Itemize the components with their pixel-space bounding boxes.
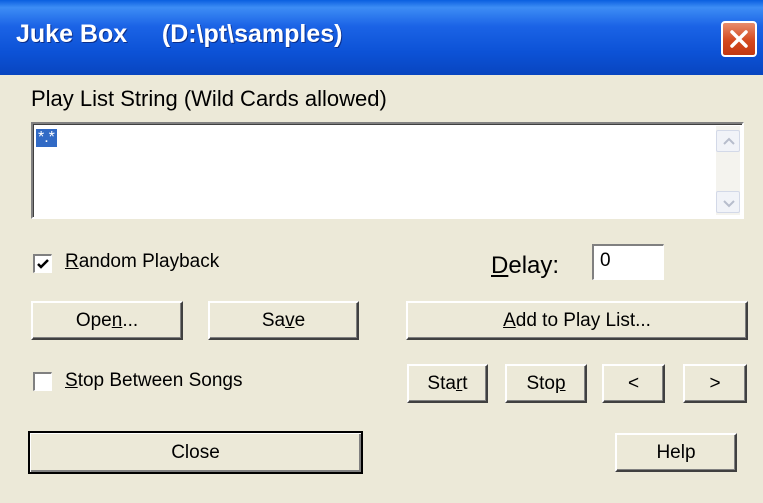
previous-button[interactable]: < bbox=[602, 364, 665, 403]
add-to-play-list-button[interactable]: Add to Play List... bbox=[406, 301, 748, 340]
random-playback-label: Random Playback bbox=[65, 251, 220, 272]
checkmark-icon bbox=[37, 259, 49, 269]
start-button[interactable]: Start bbox=[407, 364, 488, 403]
open-button[interactable]: Open... bbox=[31, 301, 183, 340]
play-list-scrollbar[interactable] bbox=[716, 126, 740, 215]
close-button-label: Close bbox=[171, 441, 220, 463]
save-button-label: Save bbox=[261, 309, 306, 331]
stop-button-label: Stop bbox=[526, 372, 566, 394]
play-list-value: *.* bbox=[36, 129, 57, 147]
chevron-down-icon bbox=[723, 200, 735, 208]
save-button[interactable]: Save bbox=[208, 301, 359, 340]
scroll-up-button[interactable] bbox=[716, 130, 740, 152]
close-button[interactable]: Close bbox=[28, 431, 363, 474]
stop-between-songs-checkbox[interactable] bbox=[33, 372, 52, 391]
play-list-input[interactable]: *.* bbox=[31, 122, 744, 219]
open-button-label: Open... bbox=[75, 309, 139, 331]
close-icon bbox=[730, 30, 748, 48]
next-button[interactable]: > bbox=[683, 364, 747, 403]
delay-label: Delay: bbox=[491, 252, 560, 279]
delay-input[interactable]: 0 bbox=[592, 244, 664, 280]
add-to-play-list-label: Add to Play List... bbox=[503, 309, 651, 331]
next-button-label: > bbox=[709, 372, 721, 394]
close-window-button[interactable] bbox=[721, 21, 757, 57]
help-button[interactable]: Help bbox=[615, 433, 737, 472]
start-button-label: Start bbox=[427, 372, 468, 394]
play-list-label: Play List String (Wild Cards allowed) bbox=[31, 86, 387, 111]
stop-button[interactable]: Stop bbox=[505, 364, 587, 403]
previous-button-label: < bbox=[627, 372, 640, 394]
stop-between-songs-label: Stop Between Songs bbox=[65, 370, 243, 391]
juke-box-dialog: Juke Box (D:\pt\samples) Play List Strin… bbox=[0, 0, 763, 503]
help-button-label: Help bbox=[656, 441, 696, 463]
window-title: Juke Box (D:\pt\samples) bbox=[16, 20, 343, 48]
random-playback-checkbox[interactable] bbox=[33, 254, 52, 273]
scroll-down-button[interactable] bbox=[716, 191, 740, 213]
chevron-up-icon bbox=[723, 137, 735, 145]
title-bar[interactable]: Juke Box (D:\pt\samples) bbox=[0, 0, 763, 75]
